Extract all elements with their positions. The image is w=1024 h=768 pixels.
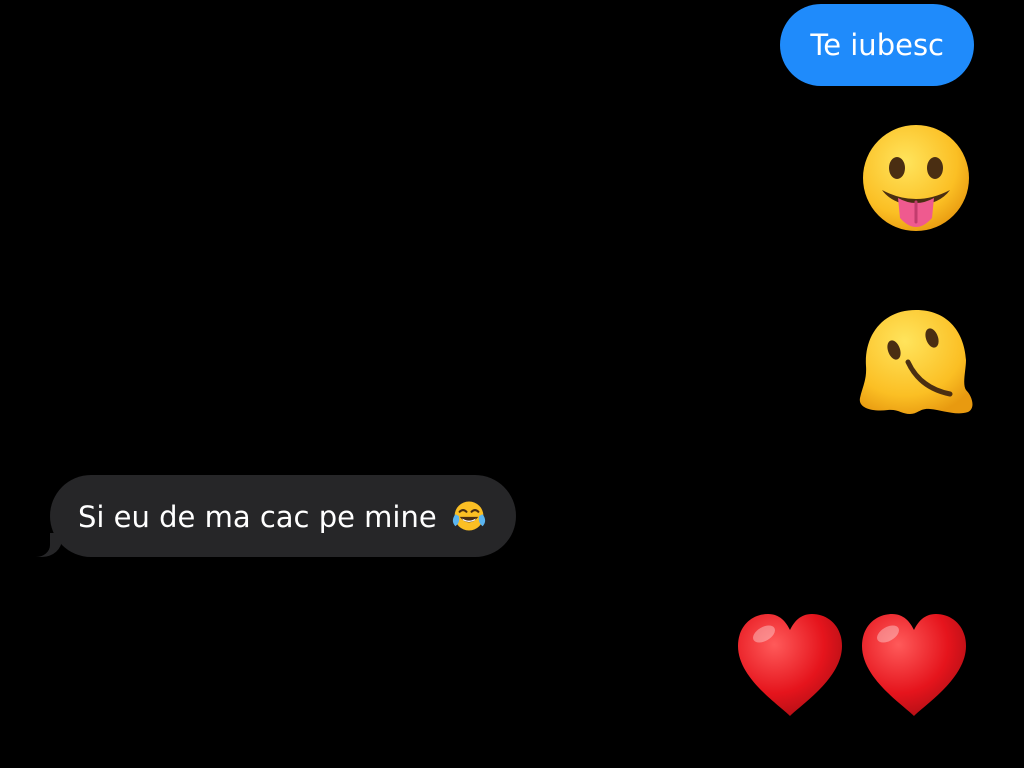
bubble-tail: [30, 533, 62, 557]
tears-of-joy-icon: [452, 501, 486, 531]
message-thread: Te iubesc Si eu de ma cac pe mine: [0, 0, 1024, 768]
message-text: Si eu de ma cac pe mine: [78, 500, 437, 534]
red-heart-icon[interactable]: [858, 612, 970, 720]
received-message-bubble[interactable]: Si eu de ma cac pe mine: [30, 475, 516, 557]
message-text: Te iubesc: [810, 28, 944, 62]
red-heart-icon[interactable]: [734, 612, 846, 720]
sent-message-bubble[interactable]: Te iubesc: [780, 4, 974, 86]
face-with-tongue-icon[interactable]: [860, 124, 972, 236]
melting-face-icon[interactable]: [858, 308, 974, 420]
